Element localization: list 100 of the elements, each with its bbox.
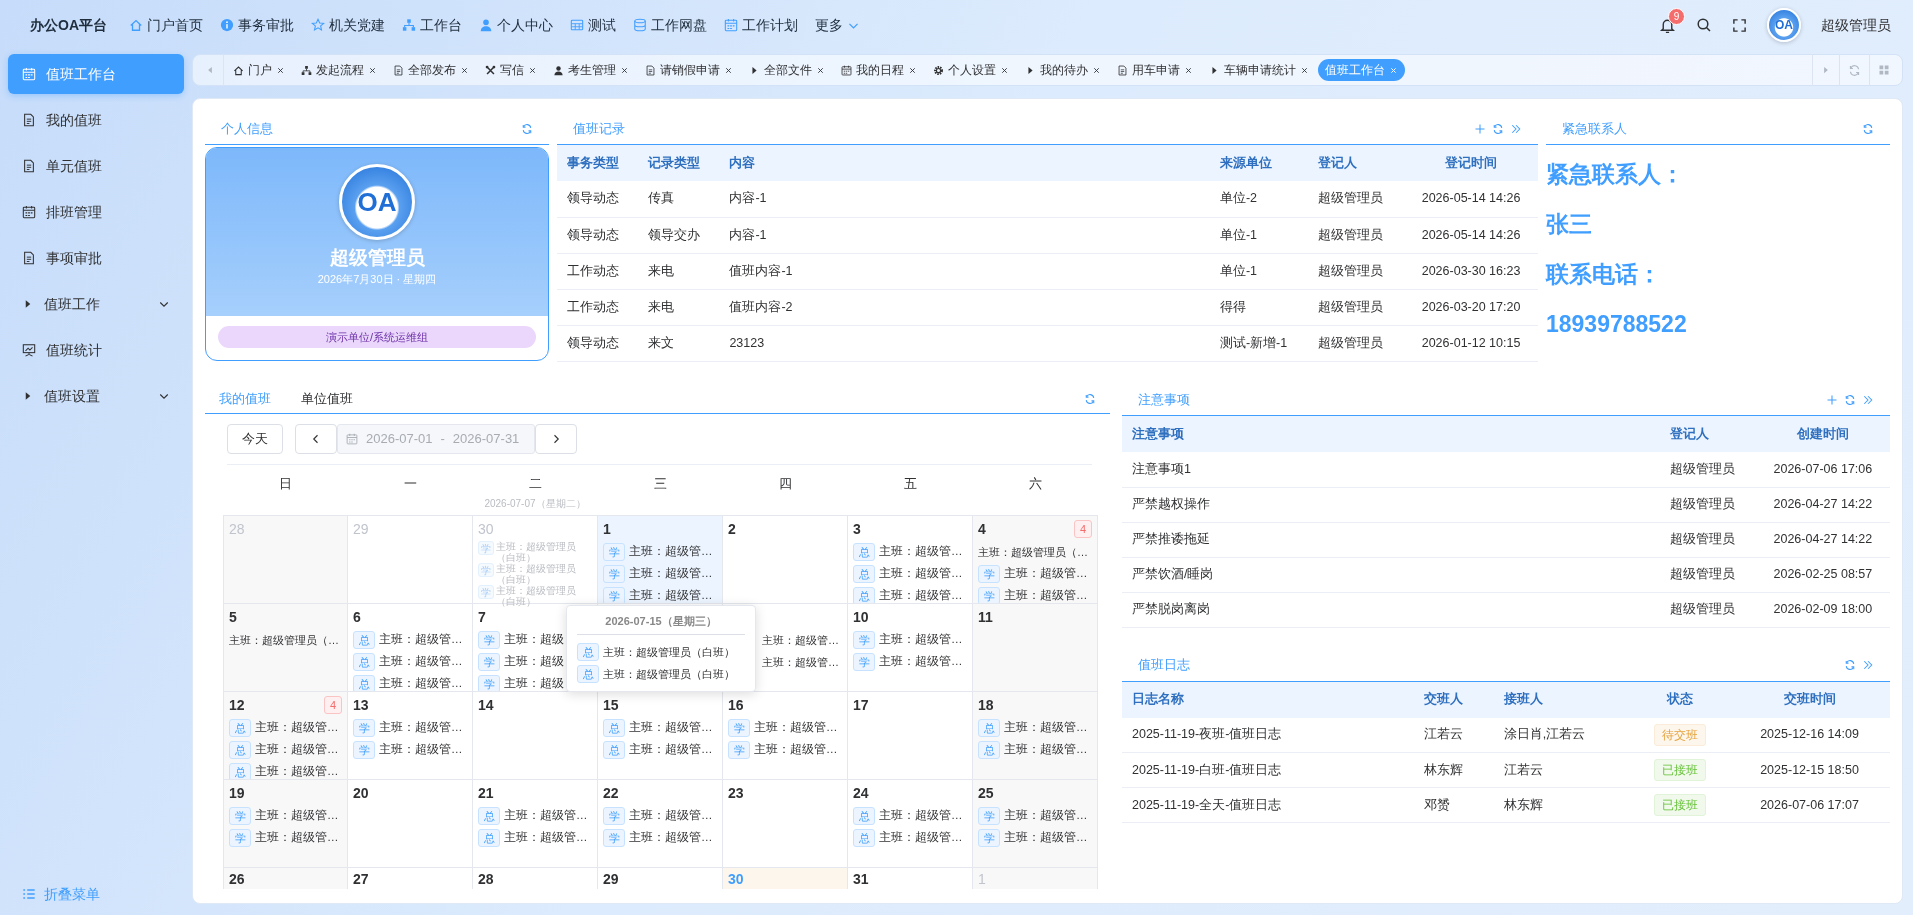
sidebar-item[interactable]: 单元值班 bbox=[8, 146, 184, 186]
schedule-text[interactable]: 主班：超级 bbox=[504, 675, 564, 691]
day-cell[interactable]: 20 bbox=[348, 779, 473, 867]
page-tab[interactable]: 用车申请 bbox=[1110, 59, 1200, 81]
page-tab[interactable]: 车辆申请统计 bbox=[1202, 59, 1316, 81]
day-cell[interactable]: 13 学 主班：超级管… 学 主班：超级管… bbox=[348, 691, 473, 779]
close-icon[interactable] bbox=[816, 65, 825, 75]
close-icon[interactable] bbox=[908, 65, 917, 75]
user-name[interactable]: 超级管理员 bbox=[1821, 14, 1891, 36]
add-button[interactable] bbox=[1474, 122, 1486, 135]
schedule-text[interactable]: 主班：超级管… bbox=[629, 829, 713, 847]
day-cell[interactable]: 24 总 主班：超级管… 总 主班：超级管… bbox=[848, 779, 973, 867]
day-cell[interactable]: 14 bbox=[473, 691, 598, 779]
day-cell[interactable]: 28 bbox=[473, 867, 598, 889]
close-icon[interactable] bbox=[460, 65, 469, 75]
sidebar-item[interactable]: 值班统计 bbox=[8, 330, 184, 370]
refresh-button[interactable] bbox=[1862, 122, 1874, 135]
day-cell[interactable]: 21 总 主班：超级管… 总 主班：超级管… bbox=[473, 779, 598, 867]
day-cell[interactable]: 25 学 主班：超级管… 学 主班：超级管… bbox=[973, 779, 1098, 867]
schedule-text[interactable]: 主班：超级管… bbox=[379, 741, 463, 759]
page-tab[interactable]: 考生管理 bbox=[546, 59, 636, 81]
page-tab[interactable]: 我的日程 bbox=[834, 59, 924, 81]
refresh-button[interactable] bbox=[1844, 659, 1856, 671]
day-cell[interactable]: 29 bbox=[598, 867, 723, 889]
refresh-button[interactable] bbox=[521, 122, 533, 135]
schedule-text[interactable]: 主班：超级管… bbox=[629, 543, 713, 561]
day-cell[interactable]: 22 学 主班：超级管… 学 主班：超级管… bbox=[598, 779, 723, 867]
double-chevron-button[interactable] bbox=[1862, 393, 1874, 406]
day-cell[interactable]: 10 学 主班：超级管… 学 主班：超级管… bbox=[848, 603, 973, 691]
day-cell[interactable]: 19 学 主班：超级管… 学 主班：超级管… bbox=[223, 779, 348, 867]
fullscreen-button[interactable] bbox=[1732, 17, 1747, 33]
schedule-text[interactable]: 主班：超级管… bbox=[379, 719, 463, 737]
day-cell[interactable]: 11 bbox=[973, 603, 1098, 691]
schedule-text[interactable]: 主班：超级管… bbox=[379, 631, 463, 649]
refresh-button[interactable] bbox=[1084, 392, 1096, 405]
sidebar-item[interactable]: 值班设置 bbox=[8, 376, 184, 416]
nav-link[interactable]: 个人中心 bbox=[479, 14, 553, 36]
close-icon[interactable] bbox=[528, 65, 537, 75]
schedule-text[interactable]: 主班：超级管… bbox=[255, 829, 339, 847]
page-tab[interactable]: 发起流程 bbox=[294, 59, 384, 81]
schedule-text[interactable]: 主班：超级管… bbox=[255, 763, 339, 779]
add-button[interactable] bbox=[1826, 393, 1838, 406]
close-icon[interactable] bbox=[368, 65, 377, 75]
day-cell[interactable]: 17 bbox=[848, 691, 973, 779]
schedule-text[interactable]: 主班：超级 bbox=[504, 653, 564, 671]
search-button[interactable] bbox=[1696, 17, 1712, 33]
close-icon[interactable] bbox=[1300, 65, 1309, 75]
page-tab[interactable]: 门户 bbox=[226, 59, 292, 81]
notification-button[interactable] bbox=[1659, 16, 1676, 34]
schedule-text[interactable]: 主班：超级管… bbox=[879, 587, 963, 603]
day-cell[interactable]: 27 bbox=[348, 867, 473, 889]
schedule-text[interactable]: 主班：超级管… bbox=[754, 719, 838, 737]
schedule-text[interactable]: 主班：超级管… bbox=[255, 807, 339, 825]
schedule-text[interactable]: 主班：超级管… bbox=[879, 829, 963, 847]
close-icon[interactable] bbox=[1092, 65, 1101, 75]
schedule-text[interactable]: 主班：超级管… bbox=[1004, 565, 1088, 583]
day-cell[interactable]: 4 4 主班：超级管理员（… 学 主班：超级管… 学 主班：超级管… bbox=[973, 515, 1098, 603]
schedule-text[interactable]: 主班：超级管… bbox=[255, 741, 339, 759]
close-icon[interactable] bbox=[1000, 65, 1009, 75]
schedule-text[interactable]: 主班：超级管… bbox=[1004, 719, 1088, 737]
double-chevron-button[interactable] bbox=[1510, 122, 1522, 135]
day-cell[interactable]: 5 主班：超级管理员（… bbox=[223, 603, 348, 691]
schedule-text[interactable]: 主班：超级管… bbox=[629, 741, 713, 759]
view-tab[interactable]: 单位值班 bbox=[301, 388, 353, 409]
schedule-text[interactable]: 主班：超级管… bbox=[879, 807, 963, 825]
schedule-text[interactable]: 主班：超级管… bbox=[1004, 807, 1088, 825]
schedule-text[interactable]: 主班：超级管… bbox=[1004, 587, 1088, 603]
schedule-text[interactable]: 主班：超级管… bbox=[879, 565, 963, 583]
double-chevron-button[interactable] bbox=[1862, 659, 1874, 671]
schedule-text[interactable]: 主班：超级管… bbox=[879, 631, 963, 649]
nav-link[interactable]: 工作计划 bbox=[724, 14, 798, 36]
nav-link[interactable]: 门户首页 bbox=[129, 14, 203, 36]
sidebar-item[interactable]: 值班工作 bbox=[8, 284, 184, 324]
sidebar-item[interactable]: 排班管理 bbox=[8, 192, 184, 232]
close-icon[interactable] bbox=[620, 65, 629, 75]
more-menu[interactable]: 更多 bbox=[815, 14, 860, 36]
page-tab[interactable]: 全部发布 bbox=[386, 59, 476, 81]
schedule-text[interactable]: 主班：超级管… bbox=[879, 653, 963, 671]
refresh-button[interactable] bbox=[1844, 393, 1856, 406]
refresh-button[interactable] bbox=[1492, 122, 1504, 135]
schedule-text[interactable]: 主班：超级管… bbox=[629, 587, 713, 603]
sidebar-item[interactable]: 事项审批 bbox=[8, 238, 184, 278]
nav-link[interactable]: 事务审批 bbox=[220, 14, 294, 36]
today-button[interactable]: 今天 bbox=[227, 424, 283, 454]
day-cell[interactable]: 26 bbox=[223, 867, 348, 889]
sidebar-item[interactable]: 我的值班 bbox=[8, 100, 184, 140]
day-cell[interactable]: 3 总 主班：超级管… 总 主班：超级管… 总 主班：超级管… bbox=[848, 515, 973, 603]
schedule-text[interactable]: 主班：超级管… bbox=[379, 653, 463, 671]
schedule-text[interactable]: 主班：超级管… bbox=[879, 543, 963, 561]
schedule-text[interactable]: 主班：超级管… bbox=[754, 741, 838, 759]
schedule-text[interactable]: 主班：超级管… bbox=[629, 807, 713, 825]
schedule-text[interactable]: 主班：超级管… bbox=[379, 675, 463, 691]
nav-link[interactable]: 工作网盘 bbox=[633, 14, 707, 36]
day-cell[interactable]: 23 bbox=[723, 779, 848, 867]
close-icon[interactable] bbox=[276, 65, 285, 75]
schedule-text[interactable]: 主班：超级管… bbox=[504, 807, 588, 825]
day-cell[interactable]: 31 bbox=[848, 867, 973, 889]
page-tab[interactable]: 个人设置 bbox=[926, 59, 1016, 81]
day-cell[interactable]: 2 bbox=[723, 515, 848, 603]
nav-link[interactable]: 测试 bbox=[570, 14, 616, 36]
